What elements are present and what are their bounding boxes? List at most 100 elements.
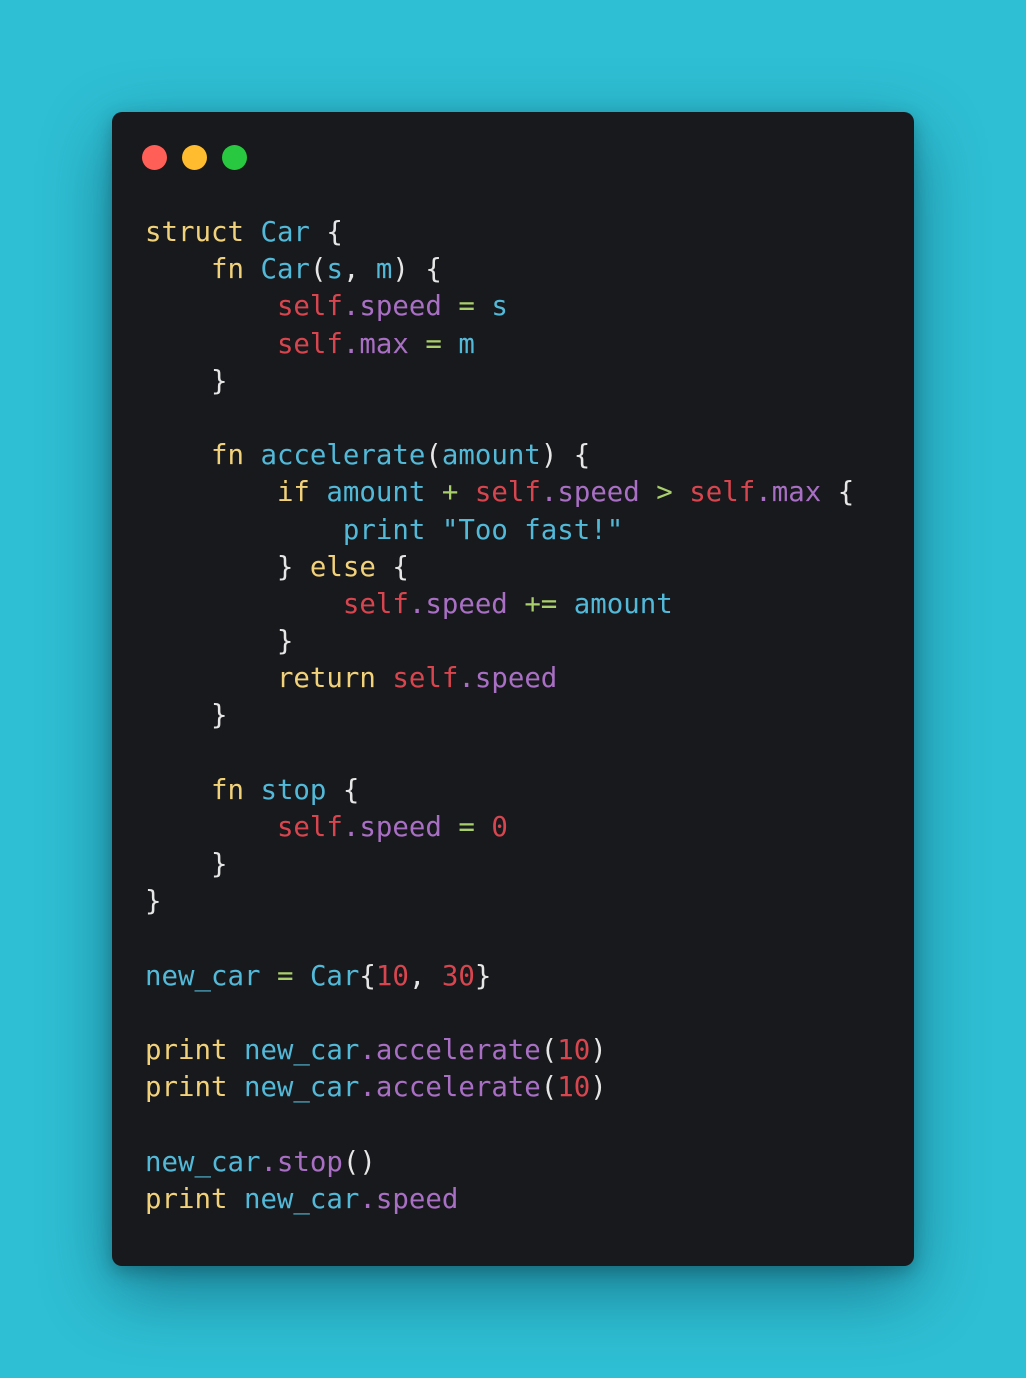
minimize-dot[interactable] <box>182 145 207 170</box>
identifier-token: m <box>458 328 475 360</box>
identifier-token: Car <box>260 254 310 286</box>
number-token: 30 <box>441 960 475 992</box>
code-line: self.speed += amount <box>145 586 854 623</box>
maximize-dot[interactable] <box>222 145 247 170</box>
text-token: } <box>145 886 162 918</box>
identifier-token: new_car <box>243 1035 360 1067</box>
identifier-token: new_car <box>145 1146 261 1178</box>
keyword-token: print <box>145 1072 228 1104</box>
text-token: ( <box>309 254 327 286</box>
text-token: , <box>408 960 442 992</box>
text-token: () <box>342 1146 376 1178</box>
keyword-token: if <box>276 477 310 509</box>
text-token: } <box>145 626 294 658</box>
code-line: fn accelerate(amount) { <box>145 437 854 474</box>
identifier-token: stop <box>260 774 327 806</box>
text-token: ( <box>540 1072 558 1104</box>
operator-token: = <box>458 812 475 843</box>
property-token: .speed <box>359 1183 459 1215</box>
code-line: print new_car.accelerate(10) <box>145 1032 854 1069</box>
code-block: struct Car { fn Car(s, m) { self.speed =… <box>145 214 854 1218</box>
operator-token: = <box>425 328 442 360</box>
text-token: } <box>145 551 310 583</box>
identifier-token: m <box>375 254 393 286</box>
self-token: self <box>276 812 343 843</box>
operator-token: + <box>441 477 459 509</box>
identifier-token: s <box>326 254 343 286</box>
code-line: if amount + self.speed > self.max { <box>145 474 854 511</box>
self-token: self <box>474 477 541 509</box>
code-line: new_car = Car{10, 30} <box>145 958 854 995</box>
text-token: { <box>375 551 409 583</box>
code-window: struct Car { fn Car(s, m) { self.speed =… <box>112 112 914 1266</box>
keyword-token: return <box>276 663 376 695</box>
code-line: } <box>145 883 854 920</box>
close-dot[interactable] <box>142 145 167 170</box>
code-line: self.max = m <box>145 326 854 363</box>
number-token: 10 <box>557 1072 591 1104</box>
property-token: .accelerate <box>359 1035 541 1067</box>
self-token: self <box>276 291 343 323</box>
operator-token: = <box>276 960 294 992</box>
code-line: } <box>145 363 854 400</box>
identifier-token: print <box>342 514 426 546</box>
keyword-token: fn <box>210 254 244 286</box>
identifier-token: new_car <box>243 1072 360 1104</box>
text-token: ( <box>425 440 442 472</box>
identifier-token: accelerate <box>260 440 426 472</box>
keyword-token: print <box>145 1035 228 1067</box>
code-line: return self.speed <box>145 660 854 697</box>
property-token: .max <box>342 328 409 360</box>
property-token: .speed <box>408 588 508 620</box>
property-token: .speed <box>458 663 558 695</box>
property-token: .speed <box>540 477 640 509</box>
code-line: } <box>145 623 854 660</box>
text-token: ) <box>590 1072 607 1104</box>
code-line: print "Too fast!" <box>145 512 854 549</box>
text-token: ) { <box>392 254 442 286</box>
identifier-token: Car <box>309 960 360 992</box>
code-line: print new_car.speed <box>145 1181 854 1218</box>
code-line: fn stop { <box>145 772 854 809</box>
code-line: print new_car.accelerate(10) <box>145 1069 854 1106</box>
operator-token: = <box>458 291 475 323</box>
text-token: { <box>821 477 855 509</box>
number-token: 0 <box>491 812 508 843</box>
identifier-token: amount <box>441 440 541 472</box>
number-token: 10 <box>375 960 409 992</box>
identifier-token: new_car <box>243 1183 360 1215</box>
code-line: struct Car { <box>145 214 854 251</box>
text-token: } <box>474 960 492 992</box>
keyword-token: else <box>309 551 376 583</box>
text-token: ) <box>590 1035 607 1067</box>
self-token: self <box>276 328 343 360</box>
keyword-token: fn <box>210 774 244 806</box>
self-token: self <box>689 477 756 509</box>
property-token: .stop <box>260 1146 343 1178</box>
text-token: , <box>342 254 376 286</box>
text-token: } <box>145 849 228 881</box>
